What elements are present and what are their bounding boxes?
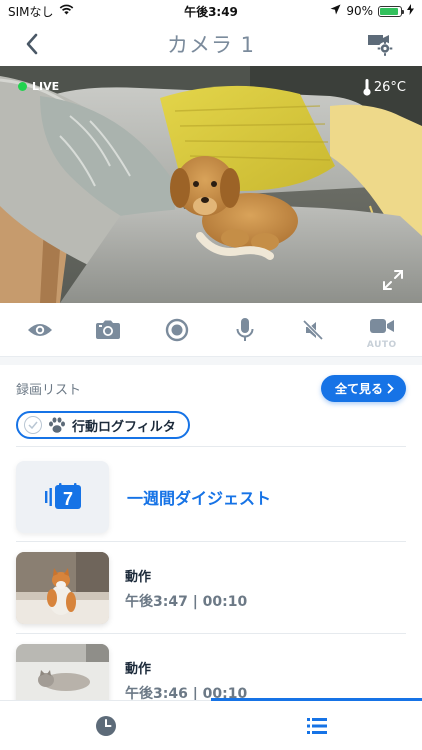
list-divider — [16, 541, 406, 542]
status-right: 90% — [330, 4, 414, 18]
behavior-log-filter[interactable]: 行動ログフィルタ — [16, 411, 190, 439]
see-all-label: 全て見る — [334, 381, 383, 396]
camera-view[interactable]: LIVE 26°C — [0, 66, 422, 303]
expand-icon — [383, 270, 403, 290]
list-icon — [306, 717, 327, 734]
live-dot — [18, 82, 27, 91]
recording-thumbnail — [16, 552, 109, 624]
recording-list-header: 録画リスト 全て見る — [16, 374, 406, 402]
recording-info: 動作 午後3:47 | 00:10 — [125, 566, 247, 611]
record-button[interactable] — [157, 310, 197, 350]
live-indicator: LIVE — [18, 80, 59, 93]
camera-feed-image — [0, 66, 422, 303]
filter-label: 行動ログフィルタ — [72, 419, 176, 435]
charging-icon — [407, 4, 414, 18]
tab-timeline[interactable] — [0, 701, 211, 750]
location-icon — [330, 4, 341, 18]
recording-type: 動作 — [125, 661, 152, 677]
section-separator — [0, 357, 422, 365]
weekly-digest-item[interactable]: 7 一週間ダイジェスト — [16, 460, 406, 534]
status-left: SIMなし — [8, 3, 74, 20]
record-icon — [165, 318, 189, 341]
recording-time: 午後3:47 | 00:10 — [125, 593, 248, 610]
recording-type: 動作 — [125, 569, 152, 585]
tab-list[interactable] — [211, 698, 422, 750]
speaker-muted-icon — [303, 319, 324, 340]
recording-item-1[interactable]: 動作 午後3:47 | 00:10 — [16, 551, 406, 625]
bottom-tab-bar — [0, 698, 422, 750]
list-divider — [16, 446, 406, 447]
back-button[interactable] — [18, 30, 46, 58]
filter-check-icon — [24, 416, 42, 434]
status-bar: SIMなし 午後3:49 90% — [0, 0, 422, 22]
calendar-7-icon: 7 — [44, 483, 81, 509]
paw-icon — [49, 416, 65, 433]
view-toggle-button[interactable] — [20, 310, 60, 350]
snapshot-button[interactable] — [88, 310, 128, 350]
fullscreen-button[interactable] — [382, 269, 404, 291]
live-label: LIVE — [32, 80, 60, 93]
camera-settings-icon — [368, 35, 393, 56]
thermometer-icon — [363, 79, 371, 96]
active-tab-indicator — [211, 698, 422, 701]
camera-settings-button[interactable] — [366, 31, 394, 57]
digest-thumbnail: 7 — [16, 461, 109, 533]
camera-icon — [96, 320, 121, 339]
list-divider — [16, 633, 406, 634]
temperature-readout: 26°C — [362, 78, 406, 96]
nav-bar: カメラ 1 — [0, 22, 422, 66]
auto-record-button[interactable]: AUTO — [362, 310, 402, 350]
battery-percent: 90% — [346, 4, 373, 18]
chevron-right-icon — [387, 383, 394, 393]
battery-icon — [378, 5, 404, 17]
camera-controls: AUTO — [0, 303, 422, 357]
eye-icon — [28, 323, 53, 336]
page-title: カメラ 1 — [166, 33, 256, 57]
battery-fill — [380, 7, 398, 15]
see-all-button[interactable]: 全て見る — [320, 374, 406, 402]
carrier-label: SIMなし — [8, 4, 54, 19]
microphone-button[interactable] — [225, 310, 265, 350]
video-camera-icon — [369, 318, 394, 333]
wifi-icon — [59, 4, 74, 18]
digest-label: 一週間ダイジェスト — [127, 489, 272, 508]
auto-label: AUTO — [366, 339, 397, 350]
chevron-left-icon — [26, 33, 38, 55]
mute-button[interactable] — [293, 310, 333, 350]
recording-info: 動作 午後3:46 | 00:10 — [125, 658, 247, 703]
clock-icon — [95, 715, 116, 736]
recording-list-title: 録画リスト — [16, 382, 82, 398]
microphone-icon — [236, 317, 254, 341]
calendar-number: 7 — [62, 489, 72, 509]
temperature-value: 26°C — [373, 79, 406, 95]
